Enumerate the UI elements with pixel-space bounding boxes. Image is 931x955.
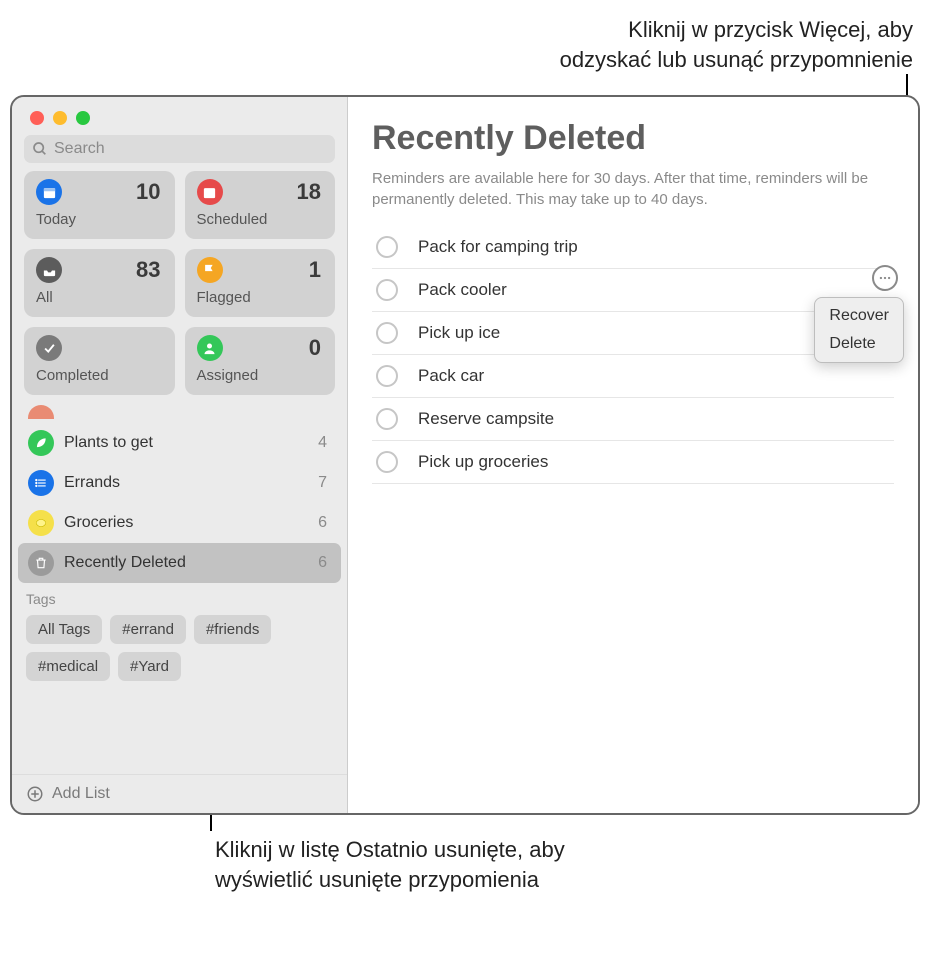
check-icon — [36, 335, 62, 361]
search-icon — [32, 141, 48, 157]
smart-list-count: 1 — [309, 257, 321, 283]
sidebar-item-plants[interactable]: Plants to get 4 — [18, 423, 341, 463]
tag-pill[interactable]: #medical — [26, 652, 110, 681]
close-window-button[interactable] — [30, 111, 44, 125]
calendar-lines-icon — [197, 179, 223, 205]
smart-list-count: 83 — [136, 257, 160, 283]
completion-circle[interactable] — [376, 408, 398, 430]
reminder-row[interactable]: Reserve campsite — [372, 398, 894, 441]
lemon-icon — [28, 510, 54, 536]
annotation-recently-deleted: Kliknij w listę Ostatnio usunięte, aby w… — [215, 835, 635, 894]
list-count: 6 — [318, 514, 327, 532]
completion-circle[interactable] — [376, 322, 398, 344]
calendar-icon — [36, 179, 62, 205]
main-content: Recently Deleted Reminders are available… — [348, 97, 918, 813]
list-icon-peek — [28, 405, 54, 419]
menu-item-recover[interactable]: Recover — [815, 302, 903, 330]
smart-list-label: Completed — [36, 367, 163, 384]
trash-icon — [28, 550, 54, 576]
smart-list-completed[interactable]: Completed — [24, 327, 175, 395]
plus-circle-icon — [26, 785, 44, 803]
smart-list-label: All — [36, 289, 163, 306]
reminder-row[interactable]: Pack for camping trip — [372, 226, 894, 269]
sidebar-item-groceries[interactable]: Groceries 6 — [18, 503, 341, 543]
user-lists: Plants to get 4 Errands 7 Groceries 6 — [12, 405, 347, 583]
smart-list-count: 18 — [297, 179, 321, 205]
reminder-title: Pack car — [418, 366, 484, 386]
more-button[interactable] — [872, 265, 898, 291]
list-name: Recently Deleted — [64, 554, 318, 572]
app-window: Search 10 Today 18 Scheduled — [10, 95, 920, 815]
tags-heading: Tags — [26, 591, 333, 607]
tag-pill[interactable]: #Yard — [118, 652, 181, 681]
smart-list-label: Flagged — [197, 289, 324, 306]
annotation-more-button: Kliknij w przycisk Więcej, aby odzyskać … — [560, 15, 913, 74]
reminder-row[interactable]: Pack car — [372, 355, 894, 398]
smart-list-all[interactable]: 83 All — [24, 249, 175, 317]
list-name: Errands — [64, 474, 318, 492]
reminder-title: Pack for camping trip — [418, 237, 578, 257]
smart-list-label: Assigned — [197, 367, 324, 384]
completion-circle[interactable] — [376, 236, 398, 258]
context-menu: Recover Delete — [814, 297, 904, 363]
tag-pill[interactable]: All Tags — [26, 615, 102, 644]
ellipsis-icon — [878, 271, 892, 285]
tag-pill[interactable]: #friends — [194, 615, 271, 644]
tags-section: Tags All Tags #errand #friends #medical … — [12, 583, 347, 689]
leaf-icon — [28, 430, 54, 456]
smart-list-today[interactable]: 10 Today — [24, 171, 175, 239]
tag-pill[interactable]: #errand — [110, 615, 186, 644]
tray-icon — [36, 257, 62, 283]
add-list-label: Add List — [52, 785, 110, 803]
smart-list-label: Today — [36, 211, 163, 228]
minimize-window-button[interactable] — [53, 111, 67, 125]
person-icon — [197, 335, 223, 361]
list-name: Groceries — [64, 514, 318, 532]
flag-icon — [197, 257, 223, 283]
reminder-title: Pick up groceries — [418, 452, 548, 472]
reminder-title: Reserve campsite — [418, 409, 554, 429]
reminder-title: Pick up ice — [418, 323, 500, 343]
smart-list-scheduled[interactable]: 18 Scheduled — [185, 171, 336, 239]
sidebar: Search 10 Today 18 Scheduled — [12, 97, 348, 813]
window-controls — [12, 97, 347, 125]
list-name: Plants to get — [64, 434, 318, 452]
reminder-title: Pack cooler — [418, 280, 507, 300]
smart-list-count: 10 — [136, 179, 160, 205]
smart-list-count: 0 — [309, 335, 321, 361]
page-title: Recently Deleted — [372, 119, 894, 158]
completion-circle[interactable] — [376, 365, 398, 387]
sidebar-item-recently-deleted[interactable]: Recently Deleted 6 — [18, 543, 341, 583]
smart-list-label: Scheduled — [197, 211, 324, 228]
smart-list-assigned[interactable]: 0 Assigned — [185, 327, 336, 395]
smart-list-flagged[interactable]: 1 Flagged — [185, 249, 336, 317]
search-placeholder: Search — [54, 140, 105, 158]
reminder-row[interactable]: Pick up groceries — [372, 441, 894, 484]
fullscreen-window-button[interactable] — [76, 111, 90, 125]
sidebar-item-errands[interactable]: Errands 7 — [18, 463, 341, 503]
list-count: 6 — [318, 554, 327, 572]
page-subtitle: Reminders are available here for 30 days… — [372, 168, 892, 210]
list-count: 4 — [318, 434, 327, 452]
smart-lists-grid: 10 Today 18 Scheduled 83 All — [12, 171, 347, 405]
completion-circle[interactable] — [376, 451, 398, 473]
list-icon — [28, 470, 54, 496]
list-count: 7 — [318, 474, 327, 492]
search-input[interactable]: Search — [24, 135, 335, 163]
completion-circle[interactable] — [376, 279, 398, 301]
menu-item-delete[interactable]: Delete — [815, 330, 903, 358]
add-list-button[interactable]: Add List — [12, 774, 347, 813]
